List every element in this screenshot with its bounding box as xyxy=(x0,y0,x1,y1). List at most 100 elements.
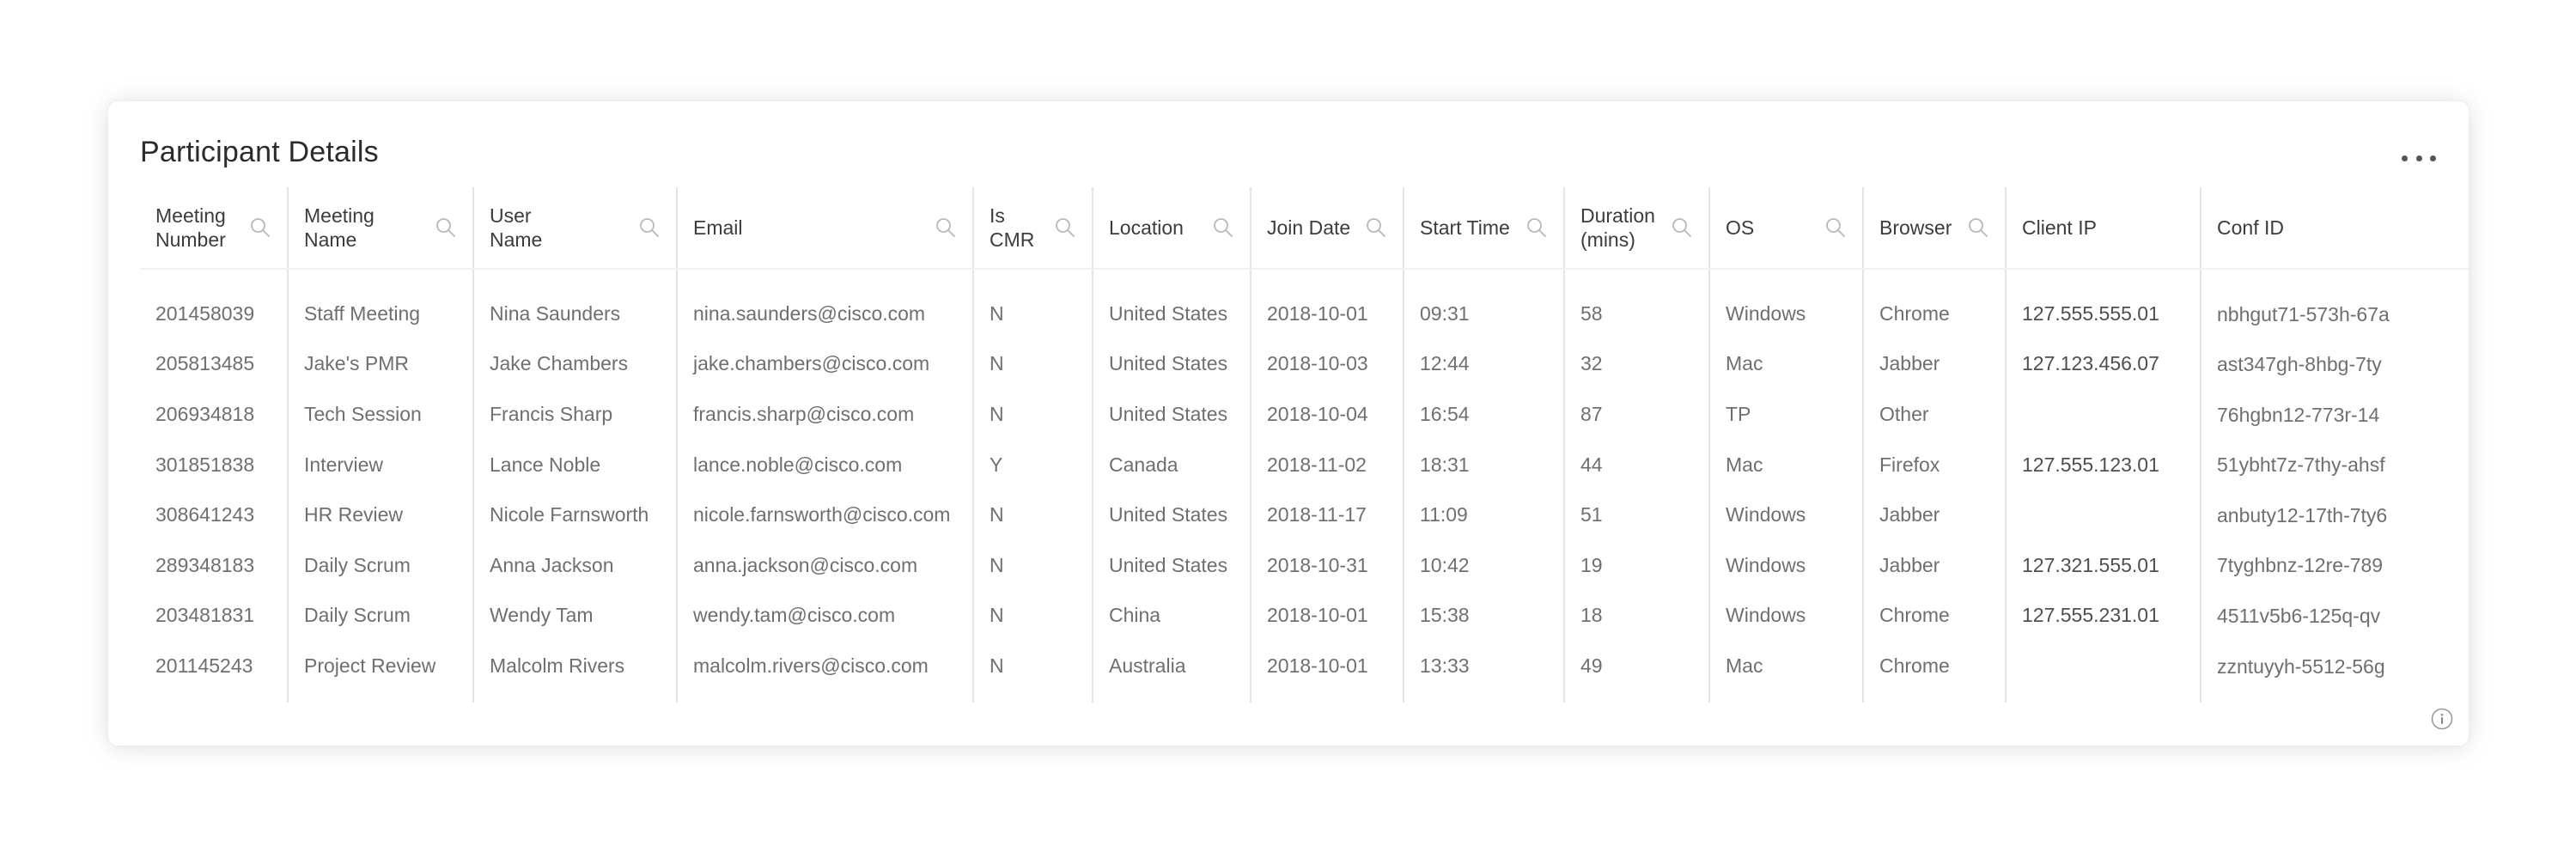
column-header-label: Conf ID xyxy=(2217,216,2284,239)
cell-duration: 19 xyxy=(1563,539,1709,591)
column-header-meeting-number[interactable]: Meeting Number xyxy=(140,187,288,270)
cell-location: United States xyxy=(1092,691,1251,703)
participant-details-card: Participant Details Meeting Number Meeti… xyxy=(108,101,2469,745)
cell-duration: 32 xyxy=(1563,338,1709,390)
cell-user-name: Anna Jackson xyxy=(472,539,677,591)
cell-duration: 58 xyxy=(1563,269,1709,339)
column-header-content: Duration (mins) xyxy=(1566,204,1708,252)
cell-meeting-name: Daily Scrum xyxy=(287,539,473,591)
cell-join-date: 2018-10-03 xyxy=(1250,338,1404,390)
cell-user-name: Francis Sharp xyxy=(472,389,677,440)
column-header-content: Is CMR xyxy=(975,204,1092,252)
column-header-content: Meeting Name xyxy=(289,204,472,252)
column-header-browser[interactable]: Browser xyxy=(1862,187,2006,270)
cell-client-ip xyxy=(2005,389,2201,440)
search-icon[interactable] xyxy=(1671,216,1693,239)
table-row[interactable]: 201458039 Staff Meeting Nina Saunders nina.… xyxy=(140,269,2469,339)
info-icon xyxy=(2431,708,2453,730)
column-header-label: Meeting Number xyxy=(155,204,226,251)
cell-meeting-number: 201458039 xyxy=(155,301,255,325)
cell-user-name: Malcolm Rivers xyxy=(472,641,677,691)
column-header-content: Location xyxy=(1094,216,1250,240)
table-body: 201458039 Staff Meeting Nina Saunders nina.… xyxy=(140,269,2469,703)
search-icon[interactable] xyxy=(249,216,271,239)
column-header-join-date[interactable]: Join Date xyxy=(1250,187,1404,270)
cell-join-date: 2018-11-02 xyxy=(1250,439,1404,490)
conf-id-text: 4511v5b6-125q-qv xyxy=(2217,605,2381,628)
column-header-content: Join Date xyxy=(1252,216,1403,240)
cell-meeting-number: 308641243 xyxy=(155,503,255,526)
search-icon[interactable] xyxy=(1212,216,1234,239)
cell-os: Windows xyxy=(1708,691,1863,703)
search-icon[interactable] xyxy=(1526,216,1548,239)
cell-email: malcolm.rivers@cisco.com xyxy=(676,641,973,691)
cell-user-name: Nina Saunders xyxy=(472,269,677,339)
column-header-email[interactable]: Email xyxy=(676,187,973,270)
cell-os: Windows xyxy=(1708,490,1863,540)
column-header-client-ip[interactable]: Client IP xyxy=(2005,187,2201,270)
more-options-button[interactable] xyxy=(2402,149,2436,167)
cell-is-cmr: N xyxy=(972,691,1093,703)
cell-duration: 44 xyxy=(1563,439,1709,490)
conf-id-text: anbuty12-17th-7ty6 xyxy=(2217,503,2388,526)
cell-conf-id: ast347gh-8hbg-7ty xyxy=(2200,338,2469,390)
column-header-is-cmr[interactable]: Is CMR xyxy=(972,187,1093,270)
cell-location: Canada xyxy=(1092,439,1251,490)
table-row[interactable]: 205813485 Jake's PMR Jake Chambers jake.cha… xyxy=(140,338,2469,390)
column-header-meeting-name[interactable]: Meeting Name xyxy=(287,187,473,270)
table-row[interactable]: 313681823Client FeedbackAdeline Fernande… xyxy=(140,691,2469,703)
table-row[interactable]: 301851838 Interview Lance Noble lance.noble… xyxy=(140,439,2469,490)
conf-id-text: 51ybht7z-7thy-ahsf xyxy=(2217,453,2385,477)
table-row[interactable]: 201145243 Project Review Malcolm Rivers mal… xyxy=(140,641,2469,691)
conf-id-text: 7tyghbnz-12re-789 xyxy=(2217,554,2384,577)
cell-meeting-number: 201145243 xyxy=(155,654,253,677)
cell-is-cmr: N xyxy=(972,490,1093,540)
search-icon[interactable] xyxy=(1824,216,1847,239)
column-header-os[interactable]: OS xyxy=(1708,187,1863,270)
conf-id-text: ast347gh-8hbg-7ty xyxy=(2217,353,2382,376)
cell-conf-id: 7tyghbnz-12re-789 xyxy=(2200,539,2469,591)
cell-browser: Jabber xyxy=(1862,539,2006,591)
cell-location: China xyxy=(1092,590,1251,642)
search-icon[interactable] xyxy=(638,216,661,239)
cell-is-cmr: N xyxy=(972,338,1093,390)
cell-join-date: 2018-10-31 xyxy=(1250,539,1404,591)
table-row[interactable]: 203481831 Daily Scrum Wendy Tam wendy.tam@c… xyxy=(140,590,2469,642)
cell-email: wendy.tam@cisco.com xyxy=(676,590,973,642)
cell-user-name: Jake Chambers xyxy=(472,338,677,390)
cell-email: nina.saunders@cisco.com xyxy=(676,269,973,339)
cell-location: United States xyxy=(1092,338,1251,390)
cell-browser: Firefox xyxy=(1862,439,2006,490)
cell-browser: Chrome xyxy=(1862,691,2006,703)
column-header-label: Email xyxy=(693,216,743,239)
table-header-row: Meeting Number Meeting Name User Name Email… xyxy=(140,187,2469,270)
table-row[interactable]: 289348183 Daily Scrum Anna Jackson anna.jac… xyxy=(140,539,2469,591)
cell-conf-id: anbuty12-17th-7ty6 xyxy=(2200,490,2469,540)
column-header-duration[interactable]: Duration (mins) xyxy=(1563,187,1709,270)
column-header-location[interactable]: Location xyxy=(1092,187,1251,270)
conf-id-text: zzntuyyh-5512-56g xyxy=(2217,654,2385,678)
cell-email: nicole.farnsworth@cisco.com xyxy=(676,490,973,540)
search-icon[interactable] xyxy=(1054,216,1076,239)
column-header-start-time[interactable]: Start Time xyxy=(1403,187,1564,270)
search-icon[interactable] xyxy=(435,216,457,239)
column-header-content: Start Time xyxy=(1405,216,1563,240)
info-button[interactable] xyxy=(2431,708,2453,730)
search-icon[interactable] xyxy=(935,216,957,239)
participant-table-container[interactable]: Meeting Number Meeting Name User Name Email… xyxy=(140,187,2469,703)
search-icon[interactable] xyxy=(1967,216,1989,239)
table-row[interactable]: 308641243 HR Review Nicole Farnsworth nicol… xyxy=(140,490,2469,540)
column-header-label: Join Date xyxy=(1267,216,1351,239)
cell-email: francis.sharp@cisco.com xyxy=(676,389,973,440)
column-header-user-name[interactable]: User Name xyxy=(472,187,677,270)
cell-join-date: 2018-10-04 xyxy=(1250,389,1404,440)
column-header-label: Duration (mins) xyxy=(1580,204,1655,251)
column-header-conf-id[interactable]: Conf ID xyxy=(2200,187,2469,270)
cell-duration: 51 xyxy=(1563,691,1709,703)
search-icon[interactable] xyxy=(1365,216,1387,239)
cell-duration: 51 xyxy=(1563,490,1709,540)
cell-os: TP xyxy=(1708,389,1863,440)
table-row[interactable]: 206934818 Tech Session Francis Sharp franci… xyxy=(140,389,2469,440)
column-header-label: User Name xyxy=(490,204,543,251)
cell-duration: 18 xyxy=(1563,590,1709,642)
